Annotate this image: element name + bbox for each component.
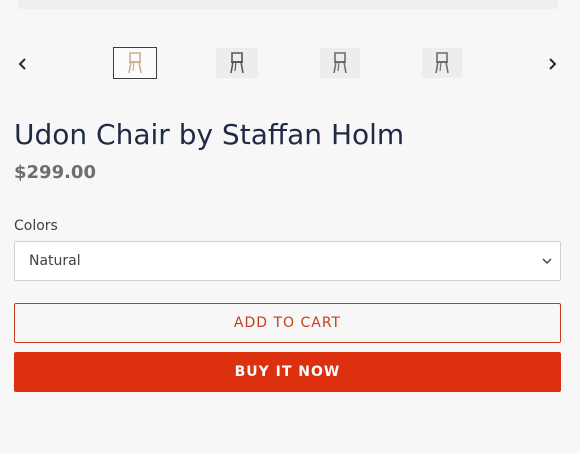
thumbnail-3[interactable]	[320, 48, 360, 78]
chair-icon	[435, 52, 449, 74]
chevron-left-icon	[18, 58, 26, 70]
thumbnail-4[interactable]	[422, 48, 462, 78]
gallery-prev-button[interactable]	[15, 57, 29, 71]
colors-select[interactable]: Natural	[14, 241, 561, 281]
add-to-cart-button[interactable]: ADD TO CART	[14, 303, 561, 343]
chevron-down-icon	[542, 258, 552, 264]
chair-icon	[230, 52, 244, 74]
product-price: $299.00	[14, 162, 96, 183]
main-product-image[interactable]	[18, 0, 558, 9]
product-page: Udon Chair by Staffan Holm $299.00 Color…	[0, 0, 580, 453]
thumbnail-1[interactable]	[113, 47, 157, 79]
chair-icon	[128, 52, 142, 74]
product-title: Udon Chair by Staffan Holm	[14, 118, 405, 151]
thumbnail-gallery	[0, 44, 580, 84]
buy-it-now-button[interactable]: BUY IT NOW	[14, 352, 561, 392]
chevron-right-icon	[549, 58, 557, 70]
colors-label: Colors	[14, 218, 58, 234]
gallery-next-button[interactable]	[546, 57, 560, 71]
thumbnail-2[interactable]	[216, 48, 258, 78]
chair-icon	[333, 52, 347, 74]
colors-selected-value: Natural	[29, 253, 81, 269]
